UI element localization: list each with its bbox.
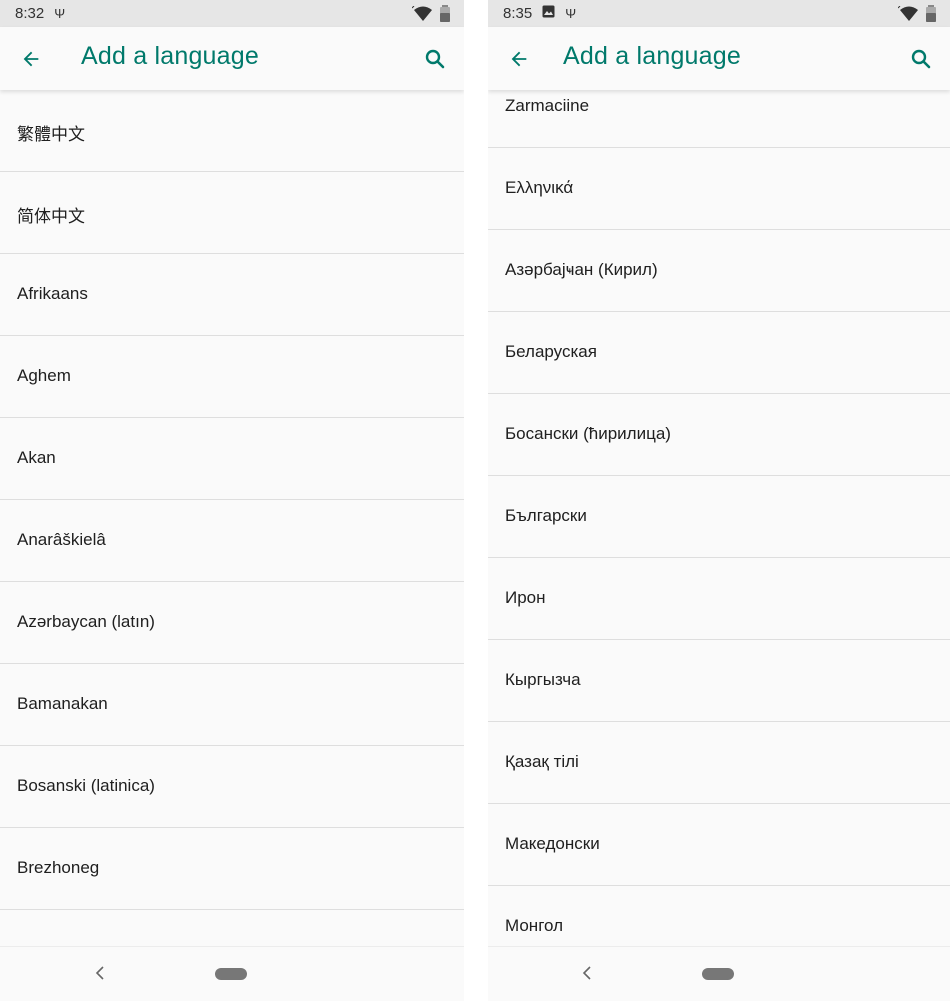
- language-label: Македонски: [505, 834, 600, 853]
- language-item[interactable]: 繁體中文: [0, 90, 464, 172]
- language-label: Қазақ тілі: [505, 752, 579, 771]
- status-bar: 8:32 Ψ: [0, 0, 464, 27]
- nav-back-button[interactable]: [90, 961, 110, 985]
- language-label: 繁體中文: [17, 125, 85, 144]
- language-item[interactable]: Босански (ћирилица): [488, 394, 950, 476]
- language-item[interactable]: Akan: [0, 418, 464, 500]
- back-button[interactable]: [12, 40, 50, 78]
- language-item[interactable]: Brezhoneg: [0, 828, 464, 910]
- image-icon: [542, 5, 555, 22]
- search-button[interactable]: [902, 40, 940, 78]
- app-bar: Add a language: [488, 27, 950, 90]
- language-item[interactable]: Азәрбајҹан (Кирил): [488, 230, 950, 312]
- language-item[interactable]: Монгол: [488, 886, 950, 947]
- nav-home-pill[interactable]: [215, 968, 247, 980]
- language-label: Brezhoneg: [17, 858, 100, 877]
- right-screen: 8:35 Ψ Add a language Zarmaciine Ελληνικ…: [488, 0, 950, 1001]
- language-list: 繁體中文 简体中文 Afrikaans Aghem Akan Anarâškie…: [0, 90, 464, 947]
- language-list: Zarmaciine Ελληνικά Азәрбајҹан (Кирил) Б…: [488, 90, 950, 947]
- language-label: Anarâškielâ: [17, 530, 106, 549]
- language-label: Кыргызча: [505, 670, 581, 689]
- status-time: 8:32: [15, 5, 45, 22]
- language-label: Azərbaycan (latın): [17, 612, 155, 631]
- language-item[interactable]: Ελληνικά: [488, 148, 950, 230]
- navigation-bar: [488, 946, 950, 1001]
- language-item[interactable]: Македонски: [488, 804, 950, 886]
- battery-icon: [926, 5, 936, 26]
- wifi-icon: [897, 5, 920, 26]
- language-item[interactable]: Қазақ тілі: [488, 722, 950, 804]
- language-item[interactable]: Zarmaciine: [488, 90, 950, 148]
- nav-home-pill[interactable]: [702, 968, 734, 980]
- language-label: Азәрбајҹан (Кирил): [505, 260, 658, 279]
- language-label: Bosanski (latinica): [17, 776, 155, 795]
- left-screen: 8:32 Ψ Add a language 繁體中文 简体中文 Afrikaan…: [0, 0, 464, 1001]
- back-button[interactable]: [500, 40, 538, 78]
- language-item[interactable]: Bosanski (latinica): [0, 746, 464, 828]
- search-icon: [911, 49, 931, 69]
- language-item[interactable]: 简体中文: [0, 172, 464, 254]
- language-label: Монгол: [505, 916, 564, 935]
- app-bar: Add a language: [0, 27, 464, 90]
- language-label: Ирон: [505, 588, 546, 607]
- arrow-left-icon: [511, 51, 527, 67]
- language-item[interactable]: Български: [488, 476, 950, 558]
- language-label: Akan: [17, 448, 56, 467]
- wifi-icon: [411, 5, 434, 26]
- language-item[interactable]: Afrikaans: [0, 254, 464, 336]
- language-label: Aghem: [17, 366, 71, 385]
- battery-icon: [440, 5, 450, 26]
- language-item[interactable]: Anarâškielâ: [0, 500, 464, 582]
- language-label: Български: [505, 506, 587, 525]
- page-title: Add a language: [563, 42, 741, 70]
- nav-back-icon: [582, 966, 591, 980]
- language-item[interactable]: Azərbaycan (latın): [0, 582, 464, 664]
- nav-back-icon: [95, 966, 104, 980]
- search-icon: [425, 49, 445, 69]
- status-time: 8:35: [503, 5, 533, 22]
- language-item[interactable]: Кыргызча: [488, 640, 950, 722]
- usb-icon: Ψ: [565, 6, 577, 21]
- language-label: 简体中文: [17, 207, 85, 226]
- language-item[interactable]: Aghem: [0, 336, 464, 418]
- language-item[interactable]: Беларуская: [488, 312, 950, 394]
- page-title: Add a language: [81, 42, 259, 70]
- language-label: Bamanakan: [17, 694, 108, 713]
- language-label: Беларуская: [505, 342, 597, 361]
- search-button[interactable]: [416, 40, 454, 78]
- language-item[interactable]: Bamanakan: [0, 664, 464, 746]
- language-label: Босански (ћирилица): [505, 424, 671, 443]
- nav-back-button[interactable]: [577, 961, 597, 985]
- arrow-left-icon: [23, 51, 39, 67]
- language-label: Afrikaans: [17, 284, 88, 303]
- navigation-bar: [0, 946, 464, 1001]
- language-label: Zarmaciine: [505, 96, 590, 115]
- language-label: Ελληνικά: [505, 178, 574, 197]
- usb-icon: Ψ: [54, 6, 66, 21]
- status-bar: 8:35 Ψ: [488, 0, 950, 27]
- language-item[interactable]: Ирон: [488, 558, 950, 640]
